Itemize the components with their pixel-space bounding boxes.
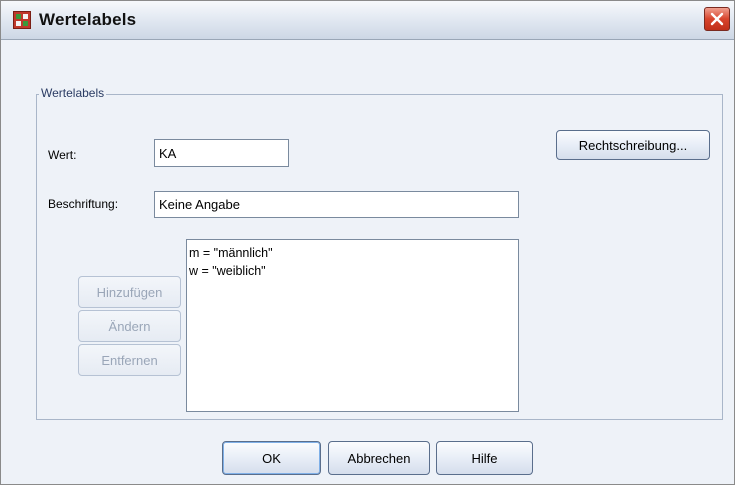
spelling-button[interactable]: Rechtschreibung...: [556, 130, 710, 160]
caption-field[interactable]: [154, 191, 519, 218]
list-item[interactable]: m = "männlich": [189, 244, 516, 262]
dialog-window: Wertelabels Wertelabels Wert: Beschriftu…: [0, 0, 735, 485]
value-labels-list[interactable]: m = "männlich" w = "weiblich": [186, 239, 519, 412]
change-button[interactable]: Ändern: [78, 310, 181, 342]
caption-label: Beschriftung:: [48, 197, 119, 211]
list-item[interactable]: w = "weiblich": [189, 262, 516, 280]
cancel-button[interactable]: Abbrechen: [328, 441, 430, 475]
help-button[interactable]: Hilfe: [436, 441, 533, 475]
title-bar[interactable]: Wertelabels: [1, 1, 734, 40]
close-icon: [710, 12, 724, 26]
value-field[interactable]: [154, 139, 289, 167]
group-legend: Wertelabels: [39, 86, 107, 100]
window-title: Wertelabels: [39, 10, 137, 29]
close-button[interactable]: [704, 7, 730, 31]
ok-button[interactable]: OK: [222, 441, 321, 475]
spss-data-grid-icon: [13, 11, 31, 29]
add-button[interactable]: Hinzufügen: [78, 276, 181, 308]
remove-button[interactable]: Entfernen: [78, 344, 181, 376]
value-label: Wert:: [48, 148, 77, 162]
